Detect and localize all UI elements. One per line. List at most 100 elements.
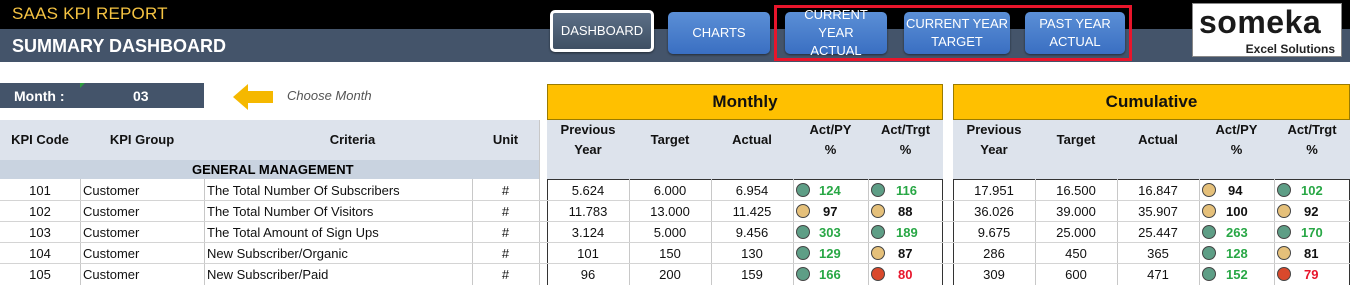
kpi-criteria: The Total Number Of Subscribers: [207, 183, 400, 198]
status-dot-icon: [796, 225, 810, 239]
kpi-code: 105: [29, 267, 51, 282]
cumulative-act-py: 100: [1226, 204, 1248, 219]
status-dot-icon: [1202, 225, 1216, 239]
cumulative-act-py: 263: [1226, 225, 1248, 240]
status-dot-icon: [1277, 204, 1291, 218]
cumulative-previous-year: 36.026: [974, 204, 1014, 219]
status-dot-icon: [1277, 183, 1291, 197]
kpi-criteria: New Subscriber/Paid: [207, 267, 329, 282]
monthly-previous-year: 3.124: [571, 225, 605, 240]
col-cumulative-target: Target: [1056, 132, 1096, 147]
cumulative-target: 600: [1065, 267, 1087, 282]
kpi-unit: #: [501, 225, 510, 240]
kpi-unit: #: [501, 204, 510, 219]
logo-name: someka: [1199, 4, 1322, 40]
arrow-left-icon: [233, 84, 273, 110]
monthly-act-trgt: 116: [896, 183, 917, 198]
monthly-act-trgt: 88: [898, 204, 913, 219]
group-row-monthly: [547, 160, 943, 179]
status-dot-icon: [1277, 246, 1291, 260]
kpi-group: Customer: [83, 204, 140, 219]
col-monthly-act-py: Act/PY %: [809, 122, 852, 157]
monthly-act-py: 124: [819, 183, 841, 198]
col-criteria: Criteria: [329, 132, 376, 147]
monthly-section-header: Monthly: [547, 84, 943, 120]
someka-logo[interactable]: someka Excel Solutions: [1192, 3, 1342, 57]
monthly-act-trgt: 189: [896, 225, 918, 240]
status-dot-icon: [1202, 267, 1216, 281]
cumulative-previous-year: 309: [983, 267, 1005, 282]
kpi-group: Customer: [83, 225, 140, 240]
status-dot-icon: [1202, 246, 1216, 260]
cumulative-target: 25.000: [1056, 225, 1096, 240]
cumulative-target: 39.000: [1056, 204, 1096, 219]
divider: [793, 179, 794, 285]
monthly-actual: 159: [741, 267, 763, 282]
divider: [204, 179, 205, 285]
col-kpi-code: KPI Code: [11, 132, 69, 147]
status-dot-icon: [1277, 225, 1291, 239]
kpi-group: Customer: [83, 267, 140, 282]
status-dot-icon: [871, 225, 885, 239]
monthly-target: 13.000: [650, 204, 690, 219]
app-title: SAAS KPI REPORT: [12, 4, 168, 23]
cumulative-actual: 16.847: [1138, 183, 1178, 198]
cumulative-previous-year: 9.675: [977, 225, 1011, 240]
current-year-target-label: CURRENT YEAR TARGET: [905, 16, 1009, 49]
current-year-target-button[interactable]: CURRENT YEAR TARGET: [904, 12, 1010, 54]
kpi-group: Customer: [83, 183, 140, 198]
current-year-actual-button[interactable]: CURRENT YEAR ACTUAL: [785, 7, 887, 58]
col-monthly-previous-year: Previous Year: [560, 122, 616, 157]
kpi-code: 101: [29, 183, 51, 198]
status-dot-icon: [796, 267, 810, 281]
monthly-target: 5.000: [653, 225, 687, 240]
group-row: GENERAL MANAGEMENT: [0, 160, 539, 179]
past-year-actual-button[interactable]: PAST YEAR ACTUAL: [1025, 12, 1125, 54]
status-dot-icon: [871, 267, 885, 281]
cumulative-act-py: 152: [1226, 267, 1248, 282]
status-dot-icon: [871, 183, 885, 197]
cumulative-act-py: 94: [1228, 183, 1243, 198]
status-dot-icon: [1202, 183, 1216, 197]
cumulative-previous-year: 286: [983, 246, 1005, 261]
cumulative-target: 16.500: [1056, 183, 1096, 198]
monthly-target: 200: [659, 267, 681, 282]
monthly-actual: 11.425: [732, 204, 772, 219]
monthly-target: 6.000: [653, 183, 687, 198]
kpi-code: 104: [29, 246, 51, 261]
monthly-act-py: 129: [819, 246, 841, 261]
month-value[interactable]: 03: [133, 88, 149, 104]
cumulative-act-trgt: 102: [1301, 183, 1323, 198]
cumulative-act-trgt: 170: [1301, 225, 1323, 240]
monthly-act-trgt: 80: [898, 267, 913, 282]
divider: [80, 179, 81, 285]
month-selector[interactable]: Month : 03: [0, 83, 204, 108]
cumulative-actual: 365: [1147, 246, 1169, 261]
status-dot-icon: [871, 204, 885, 218]
kpi-criteria: The Total Amount of Sign Ups: [207, 225, 379, 240]
status-dot-icon: [796, 246, 810, 260]
group-row-cumulative: [953, 160, 1350, 179]
cumulative-act-trgt: 92: [1304, 204, 1319, 219]
monthly-previous-year: 101: [577, 246, 599, 261]
current-year-actual-label: CURRENT YEAR ACTUAL: [804, 7, 868, 58]
kpi-unit: #: [501, 183, 510, 198]
cumulative-previous-year: 17.951: [974, 183, 1014, 198]
dashboard-button[interactable]: DASHBOARD: [550, 10, 654, 52]
monthly-previous-year: 96: [580, 267, 596, 282]
cell-comment-marker: [80, 83, 85, 88]
month-label: Month :: [14, 88, 65, 104]
col-monthly-act-trgt: Act/Trgt %: [880, 122, 931, 157]
col-cumulative-actual: Actual: [1138, 132, 1178, 147]
divider: [1274, 179, 1275, 285]
status-dot-icon: [1277, 267, 1291, 281]
monthly-actual: 9.456: [735, 225, 769, 240]
cumulative-target: 450: [1065, 246, 1087, 261]
past-year-actual-label: PAST YEAR ACTUAL: [1039, 16, 1111, 49]
kpi-criteria: The Total Number Of Visitors: [207, 204, 374, 219]
charts-button[interactable]: CHARTS: [668, 12, 770, 54]
status-dot-icon: [796, 204, 810, 218]
monthly-actual: 130: [741, 246, 763, 261]
monthly-actual: 6.954: [735, 183, 769, 198]
choose-month-hint: Choose Month: [287, 88, 372, 103]
